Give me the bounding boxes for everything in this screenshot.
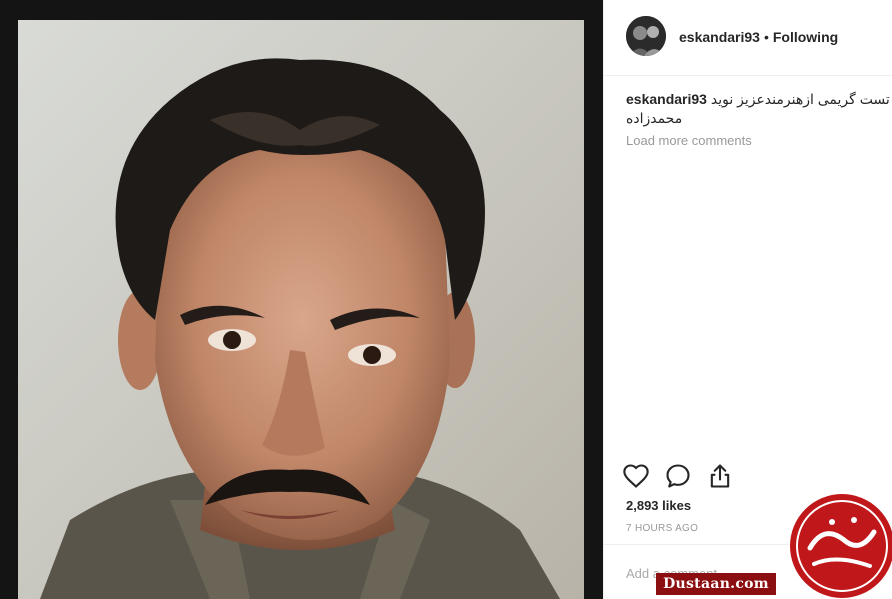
username-link[interactable]: eskandari93 xyxy=(679,29,760,45)
heart-icon xyxy=(623,464,649,488)
avatar-image xyxy=(626,16,666,56)
comment-button[interactable] xyxy=(664,462,692,490)
separator-dot: • xyxy=(763,29,769,45)
post-photo[interactable] xyxy=(0,0,603,599)
post-side-panel: eskandari93 • Following eskandari93 تست گر… xyxy=(603,0,892,599)
caption: eskandari93 تست گریمی ازهنرمندعزیز نوید … xyxy=(626,90,890,128)
comment-bubble-icon xyxy=(666,464,690,488)
header-text: eskandari93 • Following xyxy=(679,29,838,45)
post-header: eskandari93 • Following xyxy=(604,0,892,76)
like-button[interactable] xyxy=(622,462,650,490)
portrait-photo xyxy=(0,0,603,599)
post-timestamp: 7 HOURS AGO xyxy=(626,523,699,534)
share-upload-icon xyxy=(710,464,730,488)
like-count[interactable]: 2,893 likes xyxy=(626,498,691,513)
caption-username-link[interactable]: eskandari93 xyxy=(626,91,707,107)
caption-text: تست گریمی ازهنرمندعزیز نوید xyxy=(710,91,890,107)
share-button[interactable] xyxy=(706,462,734,490)
caption-line-1: eskandari93 تست گریمی ازهنرمندعزیز نوید xyxy=(626,90,890,109)
caption-text-line-2: محمدزاده xyxy=(626,110,683,126)
action-bar xyxy=(622,462,752,492)
watermark-site-label: Dustaan.com xyxy=(656,573,776,595)
load-more-comments-link[interactable]: Load more comments xyxy=(626,133,752,148)
following-button[interactable]: Following xyxy=(773,29,838,45)
avatar[interactable] xyxy=(626,16,666,56)
